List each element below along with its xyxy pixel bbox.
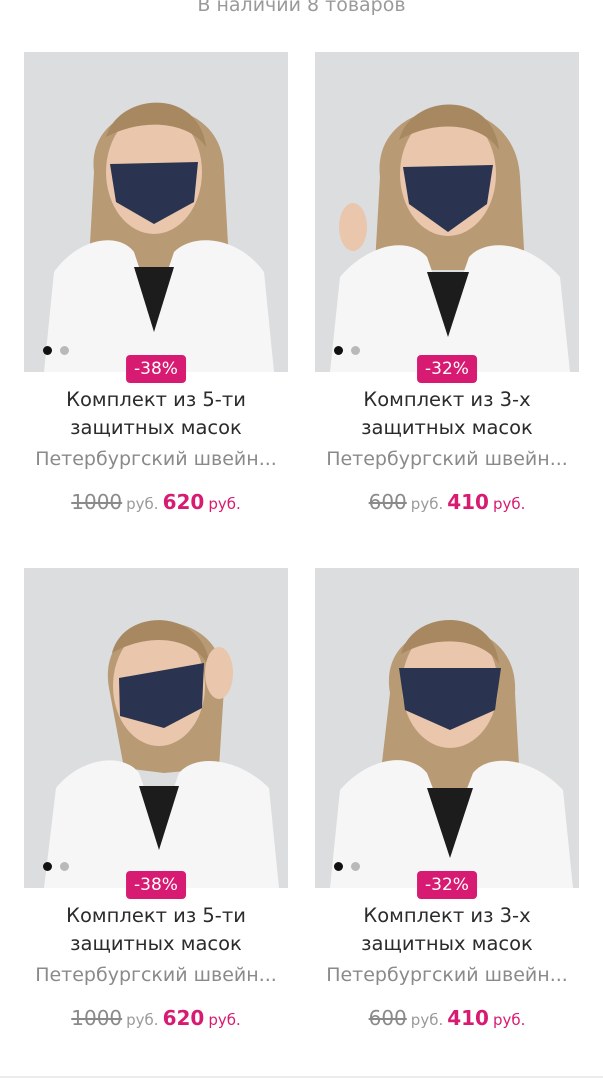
product-brand: Петербургский швейн... [35, 964, 277, 986]
carousel-dot[interactable] [60, 346, 69, 355]
carousel-dot-active[interactable] [334, 862, 343, 871]
product-title-line2: защитных масок [361, 416, 533, 439]
carousel-dot[interactable] [351, 346, 360, 355]
carousel-dots[interactable] [43, 862, 69, 871]
product-brand: Петербургский швейн... [326, 448, 568, 470]
carousel-dots[interactable] [334, 862, 360, 871]
old-price: 1000 [71, 490, 123, 514]
discount-badge: -32% [417, 871, 477, 899]
product-image[interactable] [24, 568, 288, 888]
product-title-line2: защитных масок [70, 416, 242, 439]
discount-badge: -38% [126, 355, 186, 383]
discount-badge: -32% [417, 355, 477, 383]
carousel-dot-active[interactable] [43, 862, 52, 871]
old-price: 600 [368, 1006, 407, 1030]
product-brand: Петербургский швейн... [326, 964, 568, 986]
new-price: 410 [447, 1006, 489, 1030]
price-row: 600 руб. 410 руб. [303, 490, 591, 514]
new-price-currency: руб. [208, 495, 241, 513]
new-price-currency: руб. [492, 495, 526, 513]
new-price-currency: руб. [492, 1011, 526, 1029]
carousel-dots[interactable] [334, 346, 360, 355]
product-title[interactable]: Комплект из 5-ти защитных масок [12, 386, 300, 442]
product-title-line1: Комплект из 5-ти [66, 904, 246, 927]
product-title-line2: защитных масок [361, 932, 533, 955]
product-title[interactable]: Комплект из 5-ти защитных масок [12, 902, 300, 958]
old-price-currency: руб. [410, 495, 444, 513]
carousel-dot[interactable] [351, 862, 360, 871]
old-price-currency: руб. [410, 1011, 444, 1029]
product-image[interactable] [315, 52, 579, 372]
carousel-dot-active[interactable] [43, 346, 52, 355]
carousel-dot-active[interactable] [334, 346, 343, 355]
old-price-currency: руб. [126, 1011, 159, 1029]
product-title-line1: Комплект из 5-ти [66, 388, 246, 411]
new-price-currency: руб. [208, 1011, 241, 1029]
discount-badge: -38% [126, 871, 186, 899]
product-title-line2: защитных масок [70, 932, 242, 955]
product-title-line1: Комплект из 3-х [363, 904, 531, 927]
new-price: 620 [162, 1006, 205, 1030]
stock-count-text: В наличии 8 товаров [197, 0, 406, 16]
divider [0, 1076, 603, 1078]
price-row: 1000 руб. 620 руб. [12, 490, 300, 514]
carousel-dots[interactable] [43, 346, 69, 355]
product-brand: Петербургский швейн... [35, 448, 277, 470]
new-price: 620 [162, 490, 205, 514]
product-image[interactable] [24, 52, 288, 372]
old-price: 600 [368, 490, 407, 514]
product-title-line1: Комплект из 3-х [363, 388, 531, 411]
old-price: 1000 [71, 1006, 123, 1030]
carousel-dot[interactable] [60, 862, 69, 871]
product-image[interactable] [315, 568, 579, 888]
product-title[interactable]: Комплект из 3-х защитных масок [303, 902, 591, 958]
price-row: 1000 руб. 620 руб. [12, 1006, 300, 1030]
product-title[interactable]: Комплект из 3-х защитных масок [303, 386, 591, 442]
old-price-currency: руб. [126, 495, 159, 513]
price-row: 600 руб. 410 руб. [303, 1006, 591, 1030]
new-price: 410 [447, 490, 489, 514]
